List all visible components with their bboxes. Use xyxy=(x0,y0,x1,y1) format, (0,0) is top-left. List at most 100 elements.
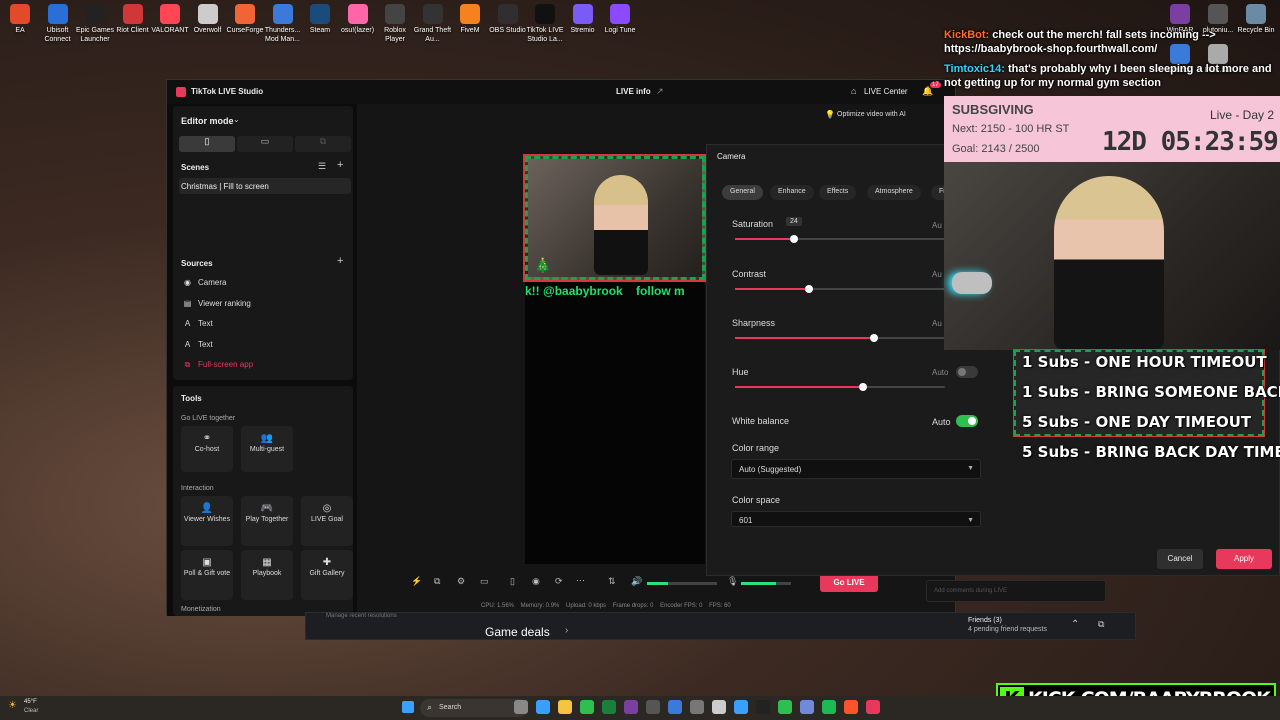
live-goal-button[interactable]: ◎ LIVE Goal xyxy=(301,496,353,546)
multi-guest-button[interactable]: 👥 Multi-guest xyxy=(241,426,293,472)
taskbar-app-icon[interactable] xyxy=(646,700,660,714)
more-icon[interactable]: ⋯ xyxy=(576,575,585,586)
cancel-button[interactable]: Cancel xyxy=(1157,549,1203,569)
gift-gallery-button[interactable]: ✚ Gift Gallery xyxy=(301,550,353,600)
record-icon[interactable]: ◉ xyxy=(532,576,540,587)
landscape-mode-button[interactable]: ▭ xyxy=(237,136,293,152)
desktop-icon[interactable]: Thunders... Mod Man... xyxy=(263,4,303,44)
start-icon[interactable] xyxy=(402,701,414,713)
taskbar-app-icon[interactable] xyxy=(536,700,550,714)
tab-enhance[interactable]: Enhance xyxy=(770,185,814,200)
desktop-icon[interactable]: Steam xyxy=(300,4,340,35)
source-item[interactable]: ▤ Viewer ranking xyxy=(183,299,251,308)
saturation-slider[interactable] xyxy=(735,235,945,243)
hue-knob[interactable] xyxy=(859,383,868,391)
hue-slider[interactable] xyxy=(735,383,945,391)
scene-list-icon[interactable]: ☰ xyxy=(318,161,326,172)
taskbar-app-icon[interactable] xyxy=(734,700,748,714)
viewer-wishes-button[interactable]: 👤 Viewer Wishes xyxy=(181,496,233,546)
sharpness-slider[interactable] xyxy=(735,334,945,342)
taskbar-app-icon[interactable] xyxy=(514,700,528,714)
taskbar-app-icon[interactable] xyxy=(756,700,770,714)
desktop-icon[interactable]: Ubisoft Connect xyxy=(38,4,78,44)
desktop-icon[interactable]: Stremio xyxy=(563,4,603,35)
desktop-icon[interactable]: Logi Tune xyxy=(600,4,640,35)
source-item[interactable]: A Text xyxy=(183,319,213,328)
chevron-down-icon[interactable]: ⌄ xyxy=(233,115,240,124)
portrait-mode-button[interactable]: ▯ xyxy=(179,136,235,152)
white-balance-auto-toggle[interactable] xyxy=(956,415,978,427)
speaker-volume-slider[interactable] xyxy=(647,582,717,585)
taskbar-app-icon[interactable] xyxy=(558,700,572,714)
share-icon[interactable]: ↗ xyxy=(656,86,664,97)
phone-icon[interactable]: ▯ xyxy=(510,576,515,587)
taskbar-app-icon[interactable] xyxy=(800,700,814,714)
taskbar-app-icon[interactable] xyxy=(624,700,638,714)
magic-icon[interactable]: ⚡ xyxy=(411,576,422,587)
desktop-icon[interactable]: TikTok LIVE Studio La... xyxy=(525,4,565,44)
sharpness-knob[interactable] xyxy=(869,334,878,342)
taskbar-app-icon[interactable] xyxy=(712,700,726,714)
editor-mode-label[interactable]: Editor mode xyxy=(181,116,234,126)
play-together-button[interactable]: 🎮 Play Together xyxy=(241,496,293,546)
desktop-icon[interactable]: osu!(lazer) xyxy=(338,4,378,35)
go-live-button[interactable]: Go LIVE xyxy=(820,574,878,592)
comment-input[interactable]: Add comments during LIVE xyxy=(926,580,1106,602)
dual-mode-button[interactable]: ⧉ xyxy=(295,136,351,152)
color-range-select[interactable]: Auto (Suggested) ▼ xyxy=(731,459,981,479)
chevron-up-icon[interactable]: ⌃ xyxy=(1071,619,1079,630)
capture-icon[interactable]: ⚙ xyxy=(457,576,465,587)
live-info-title[interactable]: LIVE info xyxy=(616,87,651,96)
popout-icon[interactable]: ⧉ xyxy=(1098,619,1104,630)
taskbar-app-icon[interactable] xyxy=(602,700,616,714)
desktop-icon[interactable]: Epic Games Launcher xyxy=(75,4,115,44)
desktop-icon[interactable]: EA xyxy=(0,4,40,35)
taskbar-app-icon[interactable] xyxy=(866,700,880,714)
layers-icon[interactable]: ⧉ xyxy=(434,576,440,587)
mixer-icon[interactable]: ⇅ xyxy=(608,576,616,587)
tab-effects[interactable]: Effects xyxy=(819,185,857,200)
taskbar-app-icon[interactable] xyxy=(690,700,704,714)
contrast-slider[interactable] xyxy=(735,285,945,293)
source-item[interactable]: ⧉ Full-screen app xyxy=(183,360,254,370)
live-center-button[interactable]: LIVE Center xyxy=(864,87,908,96)
taskbar-app-icon[interactable] xyxy=(822,700,836,714)
saturation-knob[interactable] xyxy=(789,235,798,243)
chevron-right-icon[interactable]: › xyxy=(565,625,568,636)
friends-label[interactable]: Friends (3) xyxy=(968,617,1002,624)
taskbar-app-icon[interactable] xyxy=(778,700,792,714)
taskbar-app-icon[interactable] xyxy=(580,700,594,714)
cohost-button[interactable]: ⚭ Co-host xyxy=(181,426,233,472)
desktop-icon[interactable]: VALORANT xyxy=(150,4,190,35)
speaker-icon[interactable]: 🔊 xyxy=(631,576,642,587)
taskbar-app-icon[interactable] xyxy=(668,700,682,714)
add-source-icon[interactable]: + xyxy=(337,255,343,267)
source-item[interactable]: ◉ Camera xyxy=(183,278,226,287)
mic-icon[interactable]: 🎙 xyxy=(727,576,738,587)
tab-general[interactable]: General xyxy=(722,185,763,200)
replay-icon[interactable]: ⟳ xyxy=(555,576,563,587)
taskbar-app-icon[interactable] xyxy=(844,700,858,714)
apply-button[interactable]: Apply xyxy=(1216,549,1272,569)
scene-icon[interactable]: ▭ xyxy=(480,576,489,587)
desktop-icon[interactable]: FiveM xyxy=(450,4,490,35)
desktop-icon[interactable]: CurseForge xyxy=(225,4,265,35)
add-scene-icon[interactable]: + xyxy=(337,159,343,171)
desktop-icon[interactable]: Riot Client xyxy=(113,4,153,35)
tab-atmosphere[interactable]: Atmosphere xyxy=(867,185,921,200)
color-space-select[interactable]: 601 ▼ xyxy=(731,511,981,527)
poll-gift-vote-button[interactable]: ▣ Poll & Gift vote xyxy=(181,550,233,600)
desktop-icon[interactable]: Overwolf xyxy=(188,4,228,35)
optimize-video-button[interactable]: Optimize video with AI xyxy=(837,111,906,118)
desktop-icon[interactable]: Roblox Player xyxy=(375,4,415,44)
game-deals-link[interactable]: Game deals xyxy=(485,625,550,639)
desktop-icon[interactable]: Grand Theft Au... xyxy=(413,4,453,44)
mic-volume-slider[interactable] xyxy=(741,582,791,585)
desktop-icon[interactable]: OBS Studio xyxy=(488,4,528,35)
friend-requests-label[interactable]: 4 pending friend requests xyxy=(968,626,1047,633)
search-box[interactable]: ⌕ Search xyxy=(420,699,528,717)
stream-preview[interactable]: 🎄 k!! @baabybrook follow m xyxy=(523,154,707,564)
contrast-knob[interactable] xyxy=(804,285,813,293)
hue-auto-toggle[interactable] xyxy=(956,366,978,378)
playbook-button[interactable]: ▦ Playbook xyxy=(241,550,293,600)
